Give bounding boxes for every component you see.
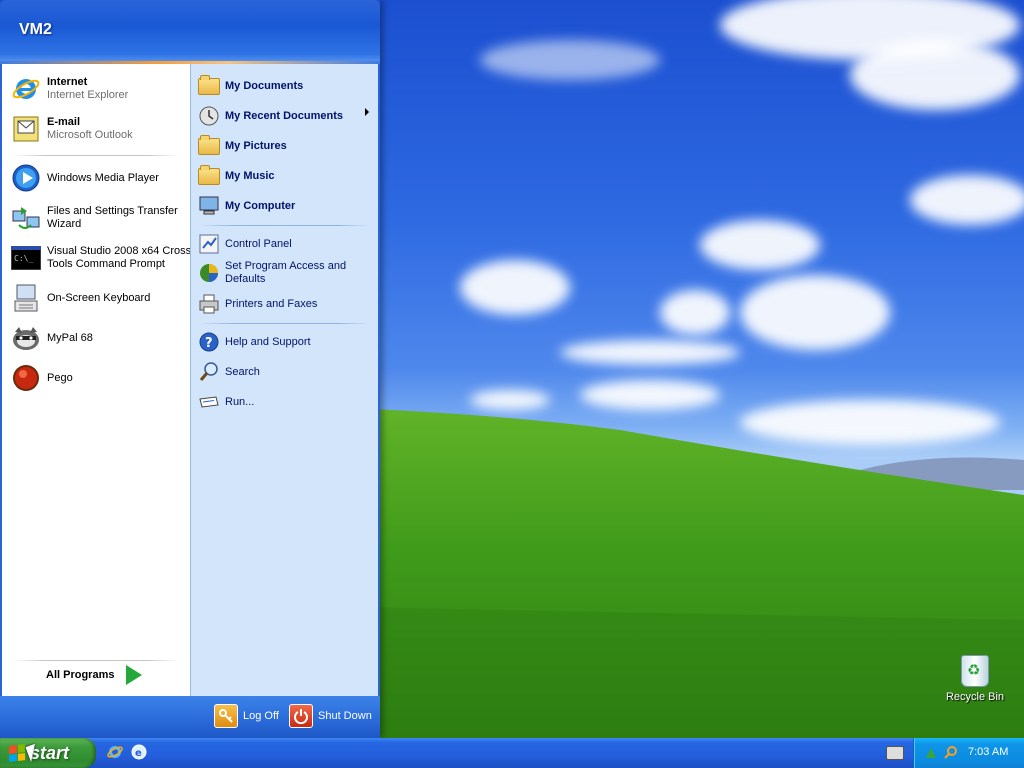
quick-launch: e [106,743,148,761]
svg-text:e: e [135,748,142,759]
place-my-pictures-label: My Pictures [225,139,287,152]
pinned-separator [12,155,180,156]
place-my-recent-documents-label: My Recent Documents [225,109,343,122]
pego-icon [10,362,42,394]
control-panel-icon [197,232,221,256]
start-menu-footer: Log Off Shut Down [0,696,380,738]
tool-help-label: Help and Support [225,335,311,348]
language-keyboard-icon[interactable] [886,746,904,760]
recent-command-prompt-label: Visual Studio 2008 x64 Cross Tools Comma… [47,245,192,270]
printer-icon [197,292,221,316]
program-access-icon [197,261,221,285]
outlook-icon [10,113,42,145]
keyboard-icon [10,282,42,314]
setting-control-panel-label: Control Panel [225,237,292,250]
place-my-documents[interactable]: My Documents [197,74,303,98]
places-column: My Documents My Recent Documents My Pict… [190,64,378,696]
user-name: VM2 [19,21,52,38]
transfer-wizard-icon [10,202,42,234]
search-tray-icon[interactable] [943,745,958,760]
recent-command-prompt[interactable]: C:\_ Visual Studio 2008 x64 Cross Tools … [10,242,192,274]
clock[interactable]: 7:03 AM [968,746,1008,758]
key-icon [214,704,238,728]
tool-search[interactable]: Search [197,360,260,384]
place-my-computer[interactable]: My Computer [197,194,295,218]
place-my-music-label: My Music [225,169,275,182]
mypal-icon [10,322,42,354]
shut-down-label: Shut Down [318,710,372,722]
all-programs-label: All Programs [46,669,115,681]
power-icon [289,704,313,728]
settings-separator [199,323,371,324]
quick-launch-outlook-icon[interactable]: e [130,743,148,761]
place-my-pictures[interactable]: My Pictures [197,134,287,158]
places-separator [199,225,371,226]
pinned-internet-subtitle: Internet Explorer [47,89,129,101]
folder-icon [197,74,221,98]
setting-control-panel[interactable]: Control Panel [197,232,292,256]
quick-launch-ie-icon[interactable] [106,743,124,761]
recent-pego[interactable]: Pego [10,362,73,394]
start-menu: VM2 Internet Internet Explorer E-mail Micr… [0,0,380,738]
all-programs-button[interactable]: All Programs [46,665,143,685]
windows-logo-icon [9,744,25,762]
network-tray-icon[interactable] [924,745,939,760]
tool-help[interactable]: ? Help and Support [197,330,311,354]
recent-media-player[interactable]: Windows Media Player [10,162,159,194]
tool-run[interactable]: Run... [197,390,254,414]
place-my-documents-label: My Documents [225,79,304,92]
pinned-email-subtitle: Microsoft Outlook [47,129,133,141]
taskbar: start e 7:03 AM [0,738,1024,768]
svg-text:?: ? [205,336,213,351]
search-icon [197,360,221,384]
recycle-bin[interactable]: Recycle Bin [940,655,1010,703]
recent-keyboard-label: On-Screen Keyboard [47,291,151,304]
pinned-internet[interactable]: Internet Internet Explorer [10,73,128,105]
start-menu-body: Internet Internet Explorer E-mail Microsof… [0,64,380,696]
place-my-computer-label: My Computer [225,199,296,212]
folder-icon [197,164,221,188]
all-programs-separator [12,660,180,661]
system-tray: 7:03 AM [913,738,1024,768]
recent-mypal-label: MyPal 68 [47,331,93,344]
arrow-right-icon [126,665,143,685]
log-off-button[interactable]: Log Off [214,704,279,728]
recycle-bin-label: Recycle Bin [945,691,1005,703]
setting-program-access-label: Set Program Access and Defaults [225,260,347,285]
recent-transfer-wizard-label: Files and Settings Transfer Wizard [47,205,178,230]
help-icon: ? [197,330,221,354]
pinned-email-title: E-mail [47,116,81,128]
log-off-label: Log Off [243,710,279,722]
place-my-recent-documents[interactable]: My Recent Documents [197,104,369,128]
setting-program-access[interactable]: Set Program Access and Defaults [197,260,355,286]
shut-down-button[interactable]: Shut Down [289,704,372,728]
pinned-email[interactable]: E-mail Microsoft Outlook [10,113,133,145]
programs-column: Internet Internet Explorer E-mail Microsof… [2,64,192,696]
recent-keyboard[interactable]: On-Screen Keyboard [10,282,150,314]
tool-run-label: Run... [225,395,255,408]
media-player-icon [10,162,42,194]
recycle-bin-icon [961,655,989,687]
internet-explorer-icon [10,73,42,105]
recent-transfer-wizard[interactable]: Files and Settings Transfer Wizard [10,202,187,234]
place-my-music[interactable]: My Music [197,164,275,188]
command-prompt-icon: C:\_ [10,242,42,274]
setting-printers[interactable]: Printers and Faxes [197,292,317,316]
folder-icon [197,134,221,158]
recent-documents-icon [197,104,221,128]
recent-media-player-label: Windows Media Player [47,171,159,184]
svg-text:C:\_: C:\_ [14,254,33,263]
submenu-arrow-icon [365,108,369,116]
recent-pego-label: Pego [47,371,73,384]
computer-icon [197,194,221,218]
tool-search-label: Search [225,365,260,378]
start-button[interactable]: start [0,738,96,768]
run-icon [197,390,221,414]
pinned-internet-title: Internet [47,76,88,88]
setting-printers-label: Printers and Faxes [225,297,318,310]
recent-mypal[interactable]: MyPal 68 [10,322,93,354]
start-menu-header: VM2 [0,0,380,64]
